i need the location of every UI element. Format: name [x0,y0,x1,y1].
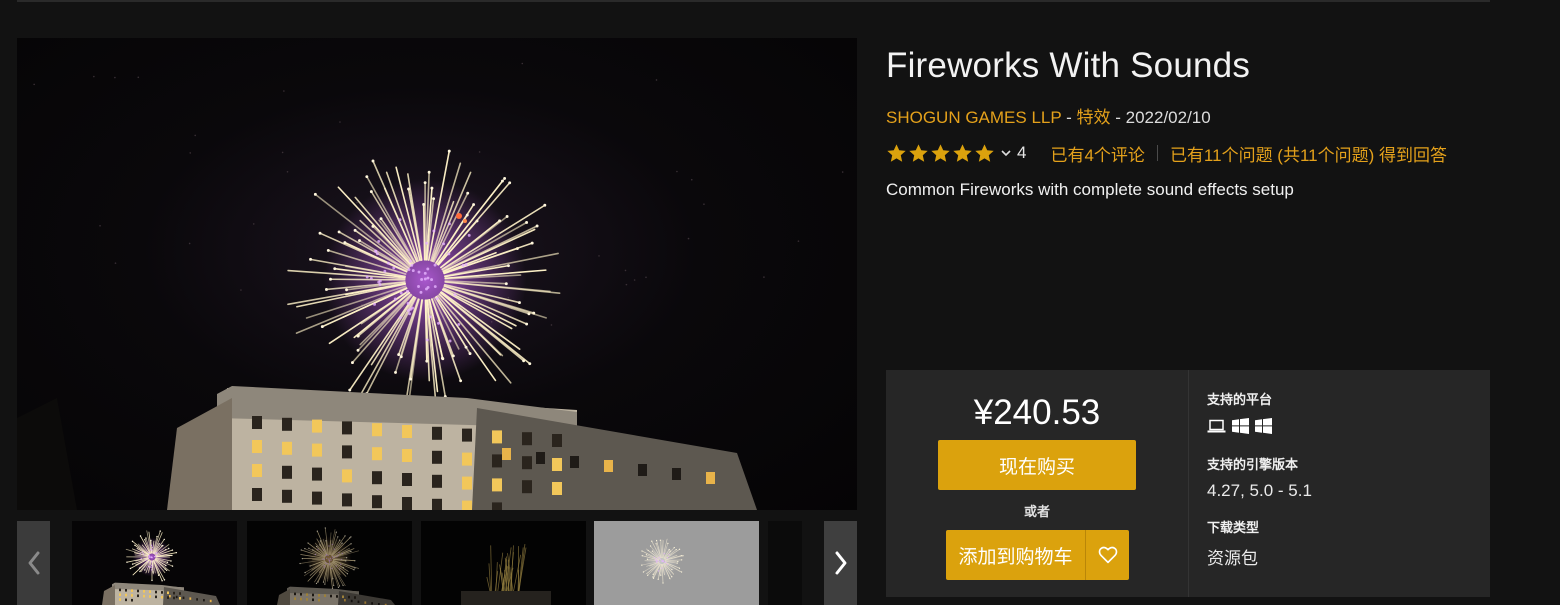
purchase-panel: ¥240.53 现在购买 或者 添加到购物车 支持的平台 支持的引擎版本 4.2… [886,370,1490,597]
thumbnail-4[interactable] [594,521,759,605]
thumbnail-3[interactable] [421,521,586,605]
main-preview-image [17,38,857,510]
link-divider [1156,145,1158,161]
questions-link[interactable]: 已有11个问题 (共11个问题) 得到回答 [1170,141,1447,166]
product-title: Fireworks With Sounds [886,46,1251,85]
price: ¥240.53 [973,393,1101,432]
laptop-icon [1207,419,1226,432]
platform-icons [1207,418,1272,434]
release-date: 2022/02/10 [1125,108,1211,127]
category-link[interactable]: 特效 [1077,108,1111,127]
download-type-value: 资源包 [1207,549,1258,568]
star-icon [887,143,906,162]
thumbnail-5-partial[interactable] [768,521,802,605]
star-icon [975,143,994,162]
product-specs: 支持的平台 支持的引擎版本 4.27, 5.0 - 5.1 下载类型 资源包 [1207,370,1487,597]
windows-icon [1232,418,1249,434]
engine-versions-label: 支持的引擎版本 [1207,457,1299,472]
meta-separator: - [1061,108,1077,127]
buy-now-button[interactable]: 现在购买 [938,440,1136,490]
purchase-actions: ¥240.53 现在购买 或者 添加到购物车 [886,370,1188,597]
thumbnail-prev-button[interactable] [17,521,50,605]
chevron-down-icon[interactable] [1000,147,1012,159]
chevron-right-icon [835,551,846,575]
engine-versions-value: 4.27, 5.0 - 5.1 [1207,481,1312,500]
or-label: 或者 [1023,504,1050,519]
windows-icon [1255,418,1272,434]
thumbnail-1[interactable] [72,521,237,605]
add-to-cart-button[interactable]: 添加到购物车 [946,530,1085,580]
publisher-link[interactable]: SHOGUN GAMES LLP [886,108,1061,127]
rating-count: 4 [1017,143,1027,162]
rating-stars[interactable] [886,143,995,164]
star-icon [931,143,950,162]
rating-row: 4 已有4个评论 已有11个问题 (共11个问题) 得到回答 [886,141,1447,165]
product-description: Common Fireworks with complete sound eff… [886,180,1294,199]
reviews-link[interactable]: 已有4个评论 [1050,141,1144,166]
thumbnail-next-button[interactable] [824,521,857,605]
download-type-label: 下载类型 [1207,520,1260,535]
star-icon [953,143,972,162]
wishlist-button[interactable] [1085,530,1129,580]
thumbnail-2[interactable] [247,521,412,605]
star-icon [909,143,928,162]
chevron-left-icon [28,551,39,575]
platforms-label: 支持的平台 [1207,392,1273,407]
top-divider [17,0,1490,2]
panel-divider [1188,370,1189,597]
heart-icon [1098,546,1117,564]
meta-separator: - [1110,108,1126,127]
product-meta: SHOGUN GAMES LLP - 特效 - 2022/02/10 [886,103,1211,128]
